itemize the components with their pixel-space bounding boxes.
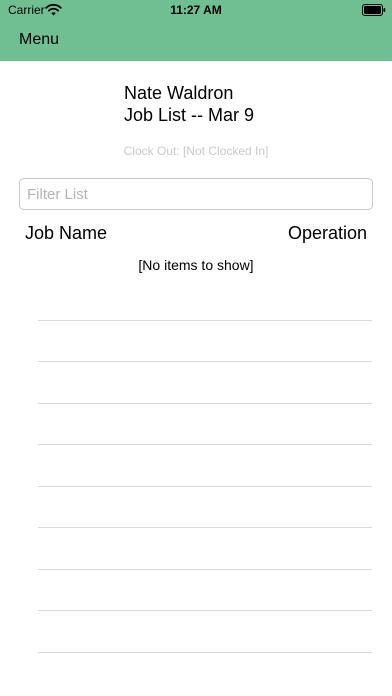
column-header-operation: Operation xyxy=(287,223,367,243)
battery-icon xyxy=(362,4,386,16)
row-divider xyxy=(38,652,372,653)
row-divider xyxy=(38,361,372,362)
page-title: Nate Waldron Job List -- Mar 9 xyxy=(124,82,254,126)
row-divider xyxy=(38,610,372,611)
job-list-date: Job List -- Mar 9 xyxy=(124,105,255,125)
row-divider xyxy=(38,403,372,404)
row-divider xyxy=(38,569,372,570)
nav-header: Carrier 11:27 AM Menu xyxy=(0,0,392,61)
row-divider xyxy=(38,527,372,528)
row-divider xyxy=(38,444,372,445)
menu-button[interactable]: Menu xyxy=(19,31,59,49)
clock-out-button[interactable]: Clock Out: [Not Clocked In] xyxy=(0,144,392,158)
filter-input[interactable] xyxy=(19,178,373,210)
row-divider xyxy=(38,486,372,487)
status-bar: Carrier 11:27 AM xyxy=(0,0,392,22)
column-header-job-name: Job Name xyxy=(25,223,108,243)
user-name: Nate Waldron xyxy=(124,83,234,103)
status-time: 11:27 AM xyxy=(170,3,222,17)
row-divider xyxy=(38,320,372,321)
empty-list-message: [No items to show] xyxy=(138,257,254,273)
